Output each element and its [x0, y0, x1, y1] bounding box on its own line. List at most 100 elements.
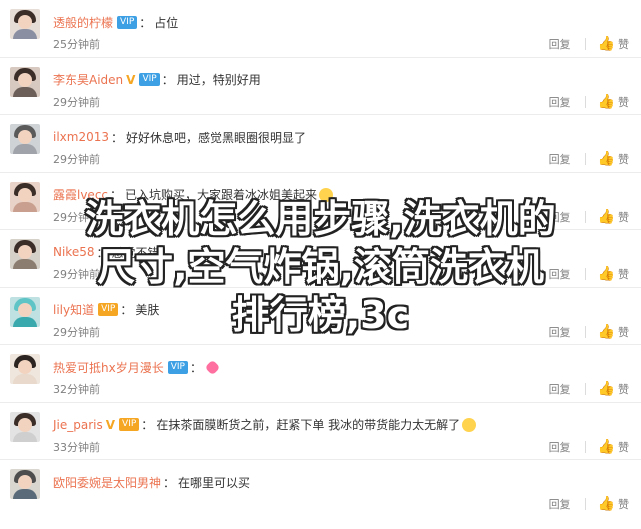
comment-item: 欧阳委婉是太阳男神 ： 在哪里可以买 回复 👍 赞 — [0, 460, 641, 529]
thumbs-up-icon[interactable]: 👍 — [598, 324, 615, 340]
comment-time: 29分钟前 — [53, 210, 100, 224]
username[interactable]: ilxm2013 — [53, 130, 109, 144]
comment-item: ilxm2013 ： 好好休息吧，感觉黑眼圈很明显了 29分钟前 回复 👍 赞 — [0, 115, 641, 173]
thumbs-up-icon[interactable]: 👍 — [598, 496, 615, 512]
comment-actions: 回复 👍 赞 — [549, 94, 629, 110]
like-button[interactable]: 赞 — [618, 439, 629, 455]
username[interactable]: 欧阳委婉是太阳男神 — [53, 474, 161, 491]
thumbs-up-icon[interactable]: 👍 — [598, 94, 615, 110]
avatar[interactable] — [10, 239, 40, 269]
divider — [584, 325, 586, 338]
avatar[interactable] — [10, 354, 40, 384]
avatar[interactable] — [10, 181, 40, 212]
thumbs-up-icon[interactable]: 👍 — [598, 381, 615, 397]
colon: ： — [163, 475, 176, 490]
vip-badge-icon: VIP — [117, 15, 138, 29]
comment-actions: 回复 👍 赞 — [549, 381, 629, 397]
colon: ： — [161, 73, 174, 87]
thumbs-up-icon[interactable]: 👍 — [598, 266, 615, 282]
username[interactable]: Nike58 — [53, 245, 94, 259]
comment-time: 25分钟前 — [53, 38, 100, 51]
comment-item: Nike58 ： 感觉不错 29分钟前 回复 👍 赞 — [0, 230, 641, 288]
username[interactable]: 李东昊Aiden — [53, 71, 123, 88]
reply-button[interactable]: 回复 — [549, 36, 571, 52]
comment-text: 在抹茶面膜断货之前，赶紧下单 我冰的带货能力太无解了 — [156, 418, 461, 432]
thumbs-up-icon[interactable]: 👍 — [598, 209, 615, 225]
comment-list: 透般的柠檬 VIP ： 占位 25分钟前 回复 👍 赞 李东昊Aiden V V… — [0, 0, 641, 529]
reply-button[interactable]: 回复 — [549, 381, 571, 397]
heart-emoji-icon — [204, 359, 221, 375]
comment-actions: 回复 👍 赞 — [549, 496, 629, 512]
comment-text: 占位 — [154, 15, 179, 30]
comment-actions: 回复 👍 赞 — [549, 36, 629, 52]
vip-badge-icon: VIP — [98, 303, 119, 316]
colon: ： — [139, 15, 152, 30]
comment-item: 露霞lvecc ： 已入坑购买，大家跟着冰冰姐美起来 29分钟前 回复 👍 赞 — [0, 173, 641, 230]
comment-time: 32分钟前 — [53, 383, 100, 396]
reply-button[interactable]: 回复 — [549, 151, 571, 167]
divider — [584, 440, 586, 453]
thumbs-up-icon[interactable]: 👍 — [598, 151, 615, 167]
divider — [584, 498, 586, 510]
comment-text: 美肤 — [135, 303, 160, 317]
comment-item: 李东昊Aiden V VIP ： 用过，特别好用 29分钟前 回复 👍 赞 — [0, 58, 641, 115]
avatar[interactable] — [10, 124, 40, 154]
avatar[interactable] — [10, 296, 40, 327]
like-button[interactable]: 赞 — [618, 381, 629, 397]
comment-actions: 回复 👍 赞 — [549, 266, 629, 282]
divider — [584, 153, 586, 165]
grin-emoji-icon — [319, 187, 334, 202]
like-button[interactable]: 赞 — [618, 496, 629, 512]
reply-button[interactable]: 回复 — [549, 94, 571, 110]
vip-badge-icon: VIP — [139, 73, 160, 86]
colon: ： — [120, 303, 133, 317]
reply-button[interactable]: 回复 — [549, 209, 571, 225]
comment-item: 热爱可抵hx岁月漫长 VIP ： 32分钟前 回复 👍 赞 — [0, 345, 641, 403]
divider — [584, 383, 586, 395]
reply-button[interactable]: 回复 — [549, 439, 571, 455]
reply-button[interactable]: 回复 — [549, 266, 571, 282]
thumbs-up-icon[interactable]: 👍 — [598, 36, 615, 52]
comment-item: Jie_paris V VIP ： 在抹茶面膜断货之前，赶紧下单 我冰的带货能力… — [0, 403, 641, 460]
comment-actions: 回复 👍 赞 — [549, 151, 629, 167]
like-button[interactable]: 赞 — [618, 36, 629, 52]
like-button[interactable]: 赞 — [618, 94, 629, 110]
vip-badge-icon: VIP — [119, 418, 140, 431]
comment-time: 29分钟前 — [53, 95, 100, 109]
vip-badge-icon: VIP — [167, 360, 188, 374]
thumbs-up-icon[interactable]: 👍 — [598, 439, 615, 455]
avatar[interactable] — [10, 411, 40, 442]
like-button[interactable]: 赞 — [618, 266, 629, 282]
reply-button[interactable]: 回复 — [549, 324, 571, 340]
colon: ： — [96, 245, 109, 260]
username[interactable]: 透般的柠檬 — [53, 14, 113, 31]
reply-button[interactable]: 回复 — [549, 496, 571, 512]
divider — [584, 95, 586, 108]
comment-item: lily知道 VIP ： 美肤 29分钟前 回复 👍 赞 — [0, 288, 641, 345]
username[interactable]: lily知道 — [53, 301, 94, 318]
divider — [584, 210, 586, 223]
like-button[interactable]: 赞 — [618, 151, 629, 167]
verified-v-icon: V — [105, 417, 116, 432]
comment-text: 在哪里可以买 — [178, 475, 251, 490]
colon: ： — [111, 130, 124, 145]
comment-actions: 回复 👍 赞 — [549, 439, 629, 455]
comment-time: 33分钟前 — [53, 440, 100, 454]
comment-time: 29分钟前 — [53, 325, 100, 339]
divider — [584, 268, 586, 280]
comment-text: 感觉不错 — [111, 245, 160, 260]
colon: ： — [189, 360, 202, 375]
username[interactable]: 热爱可抵hx岁月漫长 — [53, 359, 164, 376]
username[interactable]: Jie_paris — [53, 418, 103, 432]
username[interactable]: 露霞lvecc — [53, 186, 108, 203]
verified-v-icon: V — [126, 72, 136, 87]
comment-actions: 回复 👍 赞 — [549, 209, 629, 225]
avatar[interactable] — [10, 469, 40, 499]
avatar[interactable] — [10, 9, 40, 39]
colon: ： — [110, 188, 123, 202]
grin-emoji-icon — [462, 417, 477, 432]
colon: ： — [141, 418, 154, 432]
like-button[interactable]: 赞 — [618, 209, 629, 225]
like-button[interactable]: 赞 — [618, 324, 629, 340]
avatar[interactable] — [10, 66, 40, 97]
